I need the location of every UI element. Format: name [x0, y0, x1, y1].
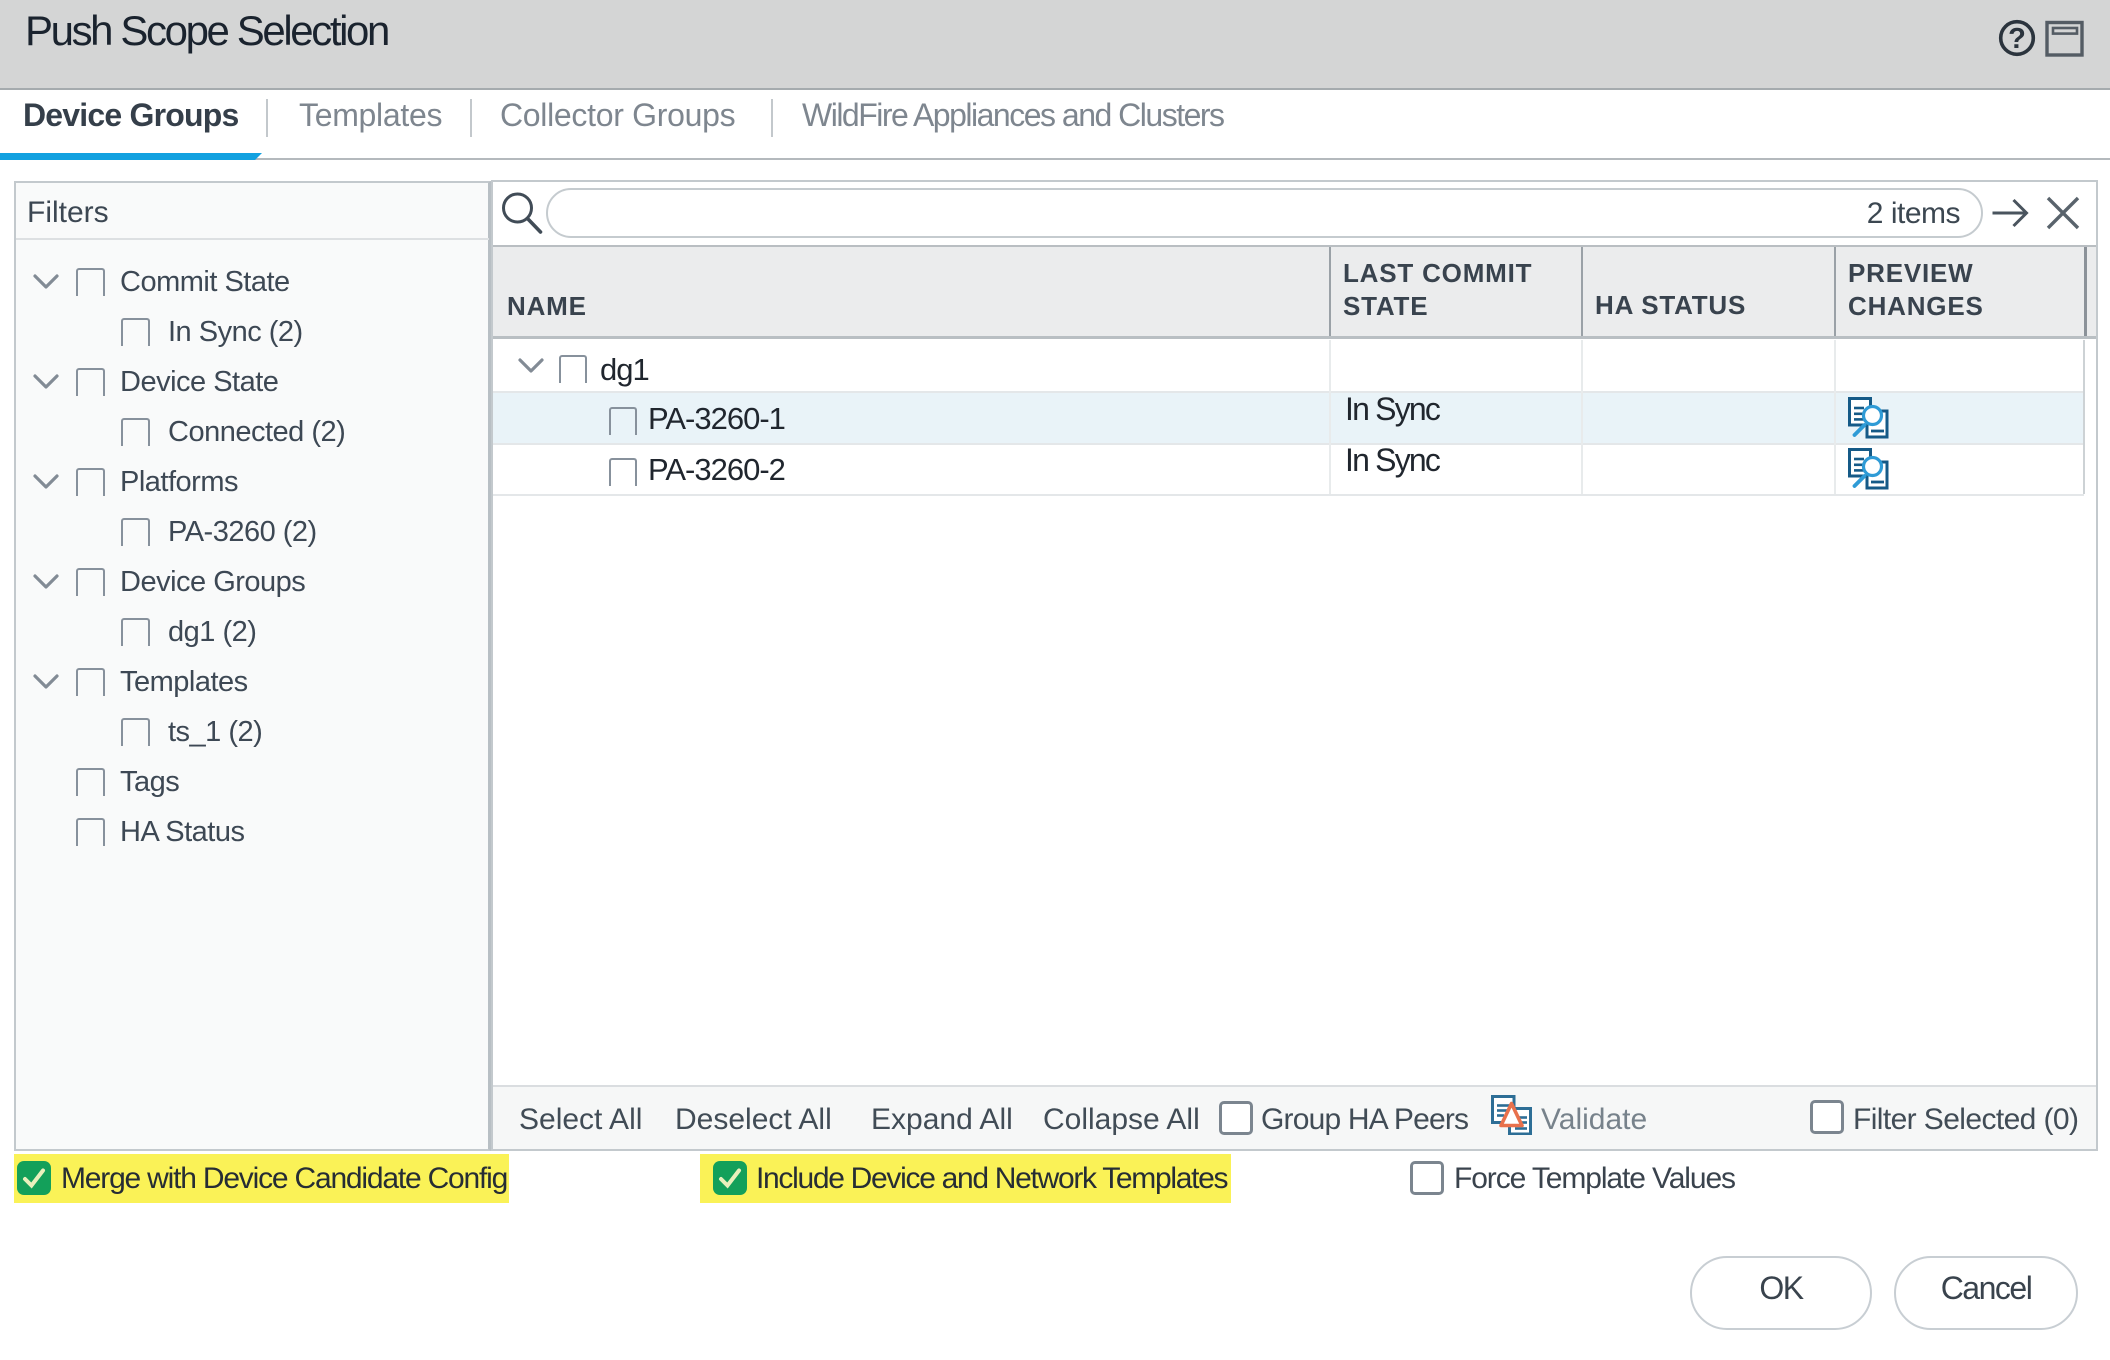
- svg-text:?: ?: [2008, 23, 2026, 55]
